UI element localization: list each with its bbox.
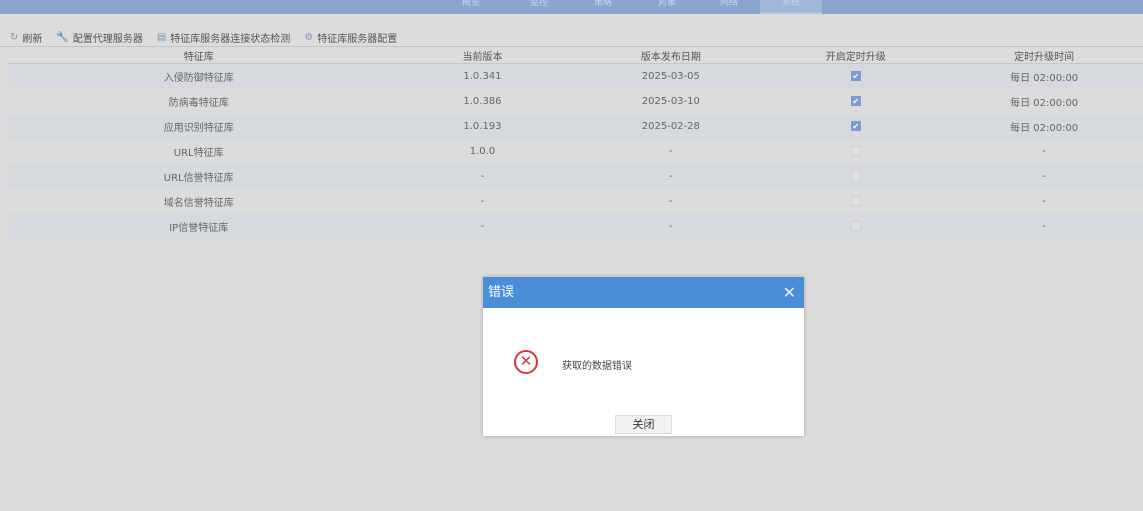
- cell-time: -: [945, 213, 1143, 239]
- table-row: 应用识别特征库 1.0.193 2025-02-28 ✔ 每日 02:00:00: [8, 113, 1143, 139]
- cell-auto: [766, 139, 945, 164]
- cell-time: 每日 02:00:00: [1010, 97, 1079, 109]
- nav-tab[interactable]: 概览: [440, 0, 502, 14]
- cell-date: -: [575, 163, 767, 189]
- column-header: 版本发布日期: [575, 48, 767, 64]
- auto-upgrade-checkbox[interactable]: ✔: [850, 120, 861, 131]
- cell-date: -: [575, 213, 767, 239]
- cell-date: 2025-03-10: [641, 95, 700, 107]
- top-nav: 概览 监控 策略 对象 网络 系统: [0, 0, 1143, 14]
- column-header: 当前版本: [389, 48, 576, 64]
- auto-upgrade-checkbox[interactable]: [850, 220, 861, 231]
- cell-auto: ✔: [766, 89, 945, 114]
- dialog-header: 错误 ✕: [483, 277, 804, 308]
- table-row: 防病毒特征库 1.0.386 2025-03-10 ✔ 每日 02:00:00: [8, 89, 1143, 114]
- cell-time: 每日 02:00:00: [945, 113, 1143, 139]
- table-row: 入侵防御特征库 1.0.341 2025-03-05 ✔ 每日 02:00:00: [8, 63, 1143, 89]
- toolbar-button[interactable]: ↻ 刷新: [10, 30, 42, 45]
- toolbar-button[interactable]: 🔧 配置代理服务器: [56, 30, 142, 45]
- cell-time: -: [1042, 145, 1046, 157]
- column-header: 开启定时升级: [766, 48, 946, 64]
- column-header: 定时升级时间: [945, 48, 1143, 64]
- nav-tab[interactable]: 网络: [698, 0, 760, 14]
- nav-tab[interactable]: 系统: [760, 0, 822, 14]
- cell-version: 1.0.193: [389, 113, 576, 139]
- cell-date: 2025-02-28: [575, 113, 767, 139]
- refresh-icon: ↻: [10, 31, 19, 43]
- auto-upgrade-checkbox[interactable]: [850, 170, 861, 181]
- toolbar-button-label: 特征库服务器连接状态检测: [170, 33, 291, 45]
- toolbar-button-label: 特征库服务器配置: [317, 33, 398, 45]
- cell-time: -: [1042, 195, 1046, 207]
- cell-auto: [766, 163, 946, 189]
- auto-upgrade-checkbox[interactable]: ✔: [850, 95, 861, 106]
- column-header: 特征库: [8, 48, 390, 64]
- cell-name: URL信誉特征库: [8, 163, 390, 189]
- auto-upgrade-checkbox[interactable]: ✔: [850, 70, 861, 81]
- dialog-title: 错误: [488, 285, 515, 300]
- cell-name: 入侵防御特征库: [8, 63, 390, 89]
- close-icon[interactable]: ✕: [783, 277, 796, 308]
- cell-version: 1.0.386: [463, 95, 502, 107]
- close-button[interactable]: 关闭: [615, 415, 672, 434]
- cell-time: 每日 02:00:00: [945, 63, 1143, 89]
- nav-tab[interactable]: 策略: [572, 0, 634, 14]
- cell-name: IP信誉特征库: [8, 213, 390, 239]
- table-row: 域名信誉特征库 - - -: [8, 189, 1143, 214]
- cell-auto: [766, 189, 945, 214]
- cell-version: -: [389, 213, 576, 239]
- table-row: IP信誉特征库 - - -: [8, 213, 1143, 239]
- cell-name: 防病毒特征库: [168, 97, 229, 109]
- cell-auto: ✔: [766, 113, 946, 139]
- cell-version: -: [480, 195, 485, 207]
- auto-upgrade-checkbox[interactable]: [850, 195, 861, 206]
- toolbar-button[interactable]: ⚙ 特征库服务器配置: [304, 30, 397, 45]
- cell-date: 2025-03-05: [575, 63, 767, 89]
- cell-name: 应用识别特征库: [8, 113, 390, 139]
- cell-auto: ✔: [766, 63, 946, 89]
- error-dialog: 错误 ✕ ✕ 获取的数据错误 关闭: [483, 277, 804, 436]
- cell-version: 1.0.341: [389, 63, 576, 89]
- toolbar-button[interactable]: ▤ 特征库服务器连接状态检测: [157, 30, 290, 45]
- dialog-message: 获取的数据错误: [562, 361, 632, 372]
- cell-date: -: [669, 145, 673, 157]
- cell-name: URL特征库: [173, 147, 224, 159]
- cell-time: -: [945, 163, 1143, 189]
- cell-auto: [766, 213, 946, 239]
- table-row: URL信誉特征库 - - -: [8, 163, 1143, 189]
- signature-db-table: 特征库 当前版本 版本发布日期 开启定时升级 定时升级时间 入侵防御特征库 1.0.341…: [8, 48, 1143, 239]
- toolbar: ↻ 刷新 🔧 配置代理服务器 ▤ 特征库服务器连接状态检测 ⚙ 特征库服务器配置: [10, 29, 397, 45]
- cell-date: -: [669, 195, 673, 207]
- divider: [0, 46, 1143, 47]
- cell-version: -: [389, 163, 576, 189]
- nav-tab[interactable]: 监控: [508, 0, 570, 14]
- cell-version: 1.0.0: [469, 145, 496, 157]
- error-icon: ✕: [514, 350, 538, 374]
- toolbar-button-label: 配置代理服务器: [72, 33, 143, 45]
- toolbar-button-label: 刷新: [22, 33, 43, 45]
- table-row: URL特征库 1.0.0 - -: [8, 139, 1143, 164]
- auto-upgrade-checkbox[interactable]: [850, 145, 861, 156]
- gear-icon: ⚙: [304, 31, 314, 43]
- document-check-icon: ▤: [156, 31, 167, 43]
- cell-name: 域名信誉特征库: [163, 197, 234, 209]
- wrench-icon: 🔧: [56, 31, 69, 43]
- nav-tab[interactable]: 对象: [636, 0, 698, 14]
